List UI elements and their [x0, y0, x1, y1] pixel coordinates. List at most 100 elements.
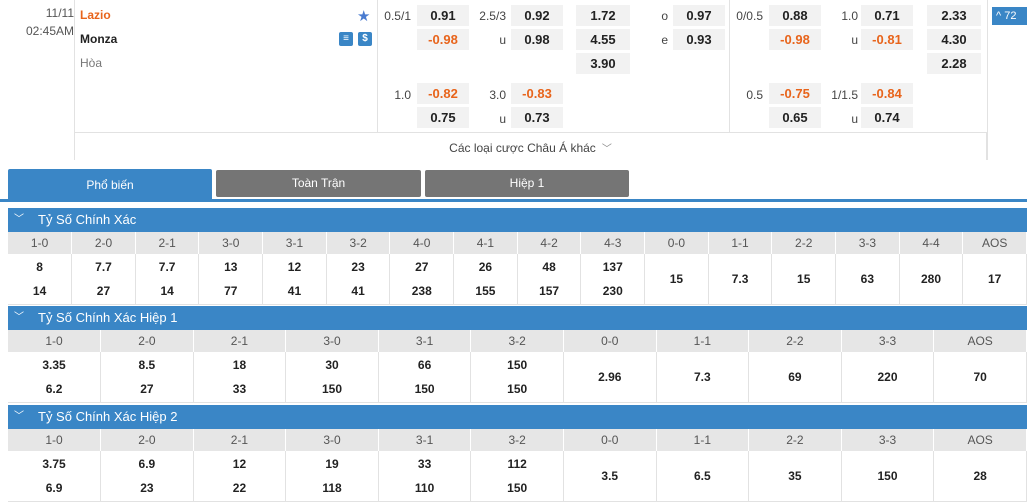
score-cell[interactable]: 27 238 — [389, 254, 455, 305]
ft-ou-under-2[interactable]: 0.73 — [511, 107, 563, 128]
odd-away: 41 — [351, 283, 365, 298]
score-cell[interactable]: 63 — [835, 254, 900, 305]
score-cell[interactable]: 12 22 — [193, 451, 287, 502]
odd-away: 150 — [414, 381, 435, 396]
score-cell[interactable]: 7.3 — [708, 254, 773, 305]
ft-hdp-away-2[interactable]: 0.75 — [417, 107, 469, 128]
score-cell[interactable]: 23 41 — [326, 254, 391, 305]
score-cell[interactable]: 112 150 — [470, 451, 564, 502]
ft-hdp-home-2[interactable]: -0.82 — [417, 83, 469, 104]
score-cell[interactable]: 15 — [771, 254, 837, 305]
more-markets-count-button[interactable]: ^ 72 — [992, 7, 1027, 25]
tab-full-match[interactable]: Toàn Trận — [216, 170, 421, 197]
score-cell[interactable]: 7.3 — [656, 352, 750, 403]
ft-1x2-draw[interactable]: 3.90 — [576, 53, 630, 74]
score-cell[interactable]: 137 230 — [580, 254, 646, 305]
odd-home: 66 — [417, 357, 432, 372]
odd-home: 13 — [224, 259, 238, 274]
score-header: 2-1 — [193, 429, 287, 451]
score-cell[interactable]: 69 — [748, 352, 842, 403]
score-header: 2-2 — [771, 232, 837, 254]
score-cell[interactable]: 150 — [841, 451, 935, 502]
odd-home: 137 — [602, 259, 623, 274]
section-header[interactable]: ﹀ Tỷ Số Chính Xác — [8, 208, 1027, 232]
score-cell[interactable]: 33 110 — [378, 451, 472, 502]
score-header: 4-0 — [389, 232, 455, 254]
score-cell[interactable]: 30 150 — [285, 352, 379, 403]
ft-ou-under-1[interactable]: 0.98 — [511, 29, 563, 50]
ft-1x2-home[interactable]: 1.72 — [576, 5, 630, 26]
more-asian-bets-toggle[interactable]: Các loại cược Châu Á khác ﹀ — [74, 132, 987, 160]
score-cell[interactable]: 3.5 — [563, 451, 657, 502]
h1-hdp-away-2[interactable]: 0.65 — [769, 107, 821, 128]
score-cell[interactable]: 6.9 23 — [100, 451, 194, 502]
ft-odd-value[interactable]: 0.97 — [673, 5, 725, 26]
caret-up-icon: ^ — [996, 10, 1005, 22]
score-cell[interactable]: 19 118 — [285, 451, 379, 502]
score-cell[interactable]: 7.7 27 — [71, 254, 136, 305]
score-cell[interactable]: 6.5 — [656, 451, 750, 502]
score-cell[interactable]: 17 — [962, 254, 1027, 305]
odd-home: 112 — [507, 456, 527, 471]
section-header[interactable]: ﹀ Tỷ Số Chính Xác Hiệp 1 — [8, 306, 1027, 330]
h1-hdp-home-1[interactable]: 0.88 — [769, 5, 821, 26]
score-header: 0-0 — [644, 232, 709, 254]
score-cell[interactable]: 28 — [933, 451, 1027, 502]
score-header: 1-1 — [656, 429, 750, 451]
tab-popular[interactable]: Phổ biến — [8, 169, 212, 202]
score-cell[interactable]: 66 150 — [378, 352, 472, 403]
h1-ou-over-2[interactable]: -0.84 — [861, 83, 913, 104]
h1-1x2-home[interactable]: 2.33 — [927, 5, 981, 26]
score-cell[interactable]: 13 77 — [198, 254, 264, 305]
section-header[interactable]: ﹀ Tỷ Số Chính Xác Hiệp 2 — [8, 405, 1027, 429]
odd-home: 48 — [542, 259, 556, 274]
ft-1x2-away[interactable]: 4.55 — [576, 29, 630, 50]
ft-hdp-away-1[interactable]: -0.98 — [417, 29, 469, 50]
tab-first-half[interactable]: Hiệp 1 — [425, 170, 629, 197]
score-cell[interactable]: 26 155 — [453, 254, 518, 305]
score-cell[interactable]: 48 157 — [517, 254, 582, 305]
ft-ou-over-1[interactable]: 0.92 — [511, 5, 563, 26]
h1-1x2-draw[interactable]: 2.28 — [927, 53, 981, 74]
h1-1x2-away[interactable]: 4.30 — [927, 29, 981, 50]
score-cell[interactable]: 15 — [644, 254, 709, 305]
favorite-star-icon[interactable]: ★ — [357, 7, 370, 25]
odd-home: 33 — [417, 456, 432, 471]
h1-ou-under-1[interactable]: -0.81 — [861, 29, 913, 50]
score-cell[interactable]: 150 150 — [470, 352, 564, 403]
score-cell[interactable]: 7.7 14 — [135, 254, 200, 305]
score-cell[interactable]: 280 — [899, 254, 964, 305]
more-markets-column: ^ 72 — [987, 0, 1027, 160]
score-cell[interactable]: 18 33 — [193, 352, 287, 403]
home-team[interactable]: Lazio — [80, 8, 111, 22]
odd-away: 157 — [539, 283, 560, 298]
match-date: 11/11 — [45, 6, 74, 20]
match-time: 02:45AM — [25, 24, 74, 38]
score-cell[interactable]: 3.35 6.2 — [8, 352, 102, 403]
h1-ou-under-2[interactable]: 0.74 — [861, 107, 913, 128]
odd-home: 27 — [415, 259, 429, 274]
score-cell[interactable]: 3.75 6.9 — [8, 451, 102, 502]
score-cell[interactable]: 2.96 — [563, 352, 657, 403]
score-cell[interactable]: 220 — [841, 352, 935, 403]
away-team[interactable]: Monza — [80, 32, 117, 46]
score-header: 4-1 — [453, 232, 518, 254]
score-cell[interactable]: 70 — [933, 352, 1027, 403]
odd-home: 23 — [351, 259, 365, 274]
list-icon[interactable]: ≡ — [339, 32, 353, 46]
score-cell[interactable]: 8.5 27 — [100, 352, 194, 403]
odd-away: 22 — [232, 480, 247, 495]
score-table: 1-0 2-0 2-1 3-0 3-1 3-2 4-0 4-1 4-2 4-3 … — [8, 232, 1027, 305]
dollar-icon[interactable]: $ — [358, 32, 372, 46]
odd-home: 8.5 — [138, 357, 156, 372]
score-cell[interactable]: 35 — [748, 451, 842, 502]
h1-hdp-away-1[interactable]: -0.98 — [769, 29, 821, 50]
h1-ou-over-1[interactable]: 0.71 — [861, 5, 913, 26]
ft-even-value[interactable]: 0.93 — [673, 29, 725, 50]
ft-hdp-line-2: 1.0 — [394, 88, 411, 102]
score-cell[interactable]: 8 14 — [8, 254, 73, 305]
ft-hdp-home-1[interactable]: 0.91 — [417, 5, 469, 26]
ft-ou-over-2[interactable]: -0.83 — [511, 83, 563, 104]
score-cell[interactable]: 12 41 — [262, 254, 327, 305]
h1-hdp-home-2[interactable]: -0.75 — [769, 83, 821, 104]
